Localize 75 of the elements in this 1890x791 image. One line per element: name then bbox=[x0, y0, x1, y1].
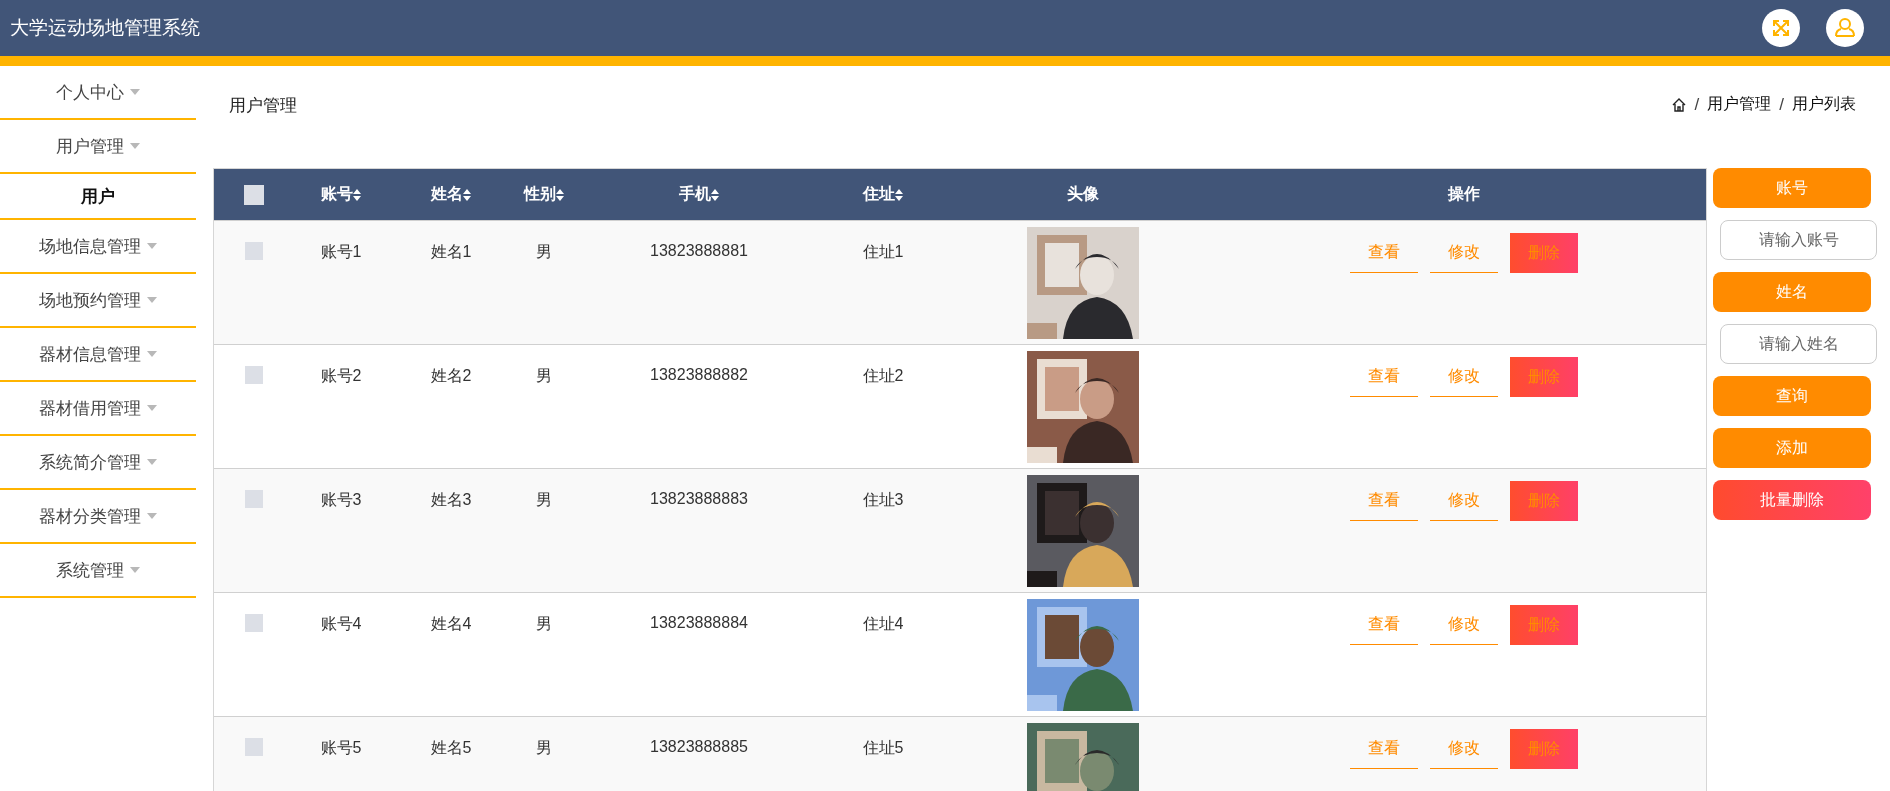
breadcrumb-item[interactable]: 用户管理 bbox=[1707, 94, 1772, 115]
fullscreen-icon[interactable] bbox=[1762, 9, 1800, 47]
sidebar-item[interactable]: 场地信息管理 bbox=[0, 220, 196, 274]
page-title: 用户管理 bbox=[228, 95, 297, 117]
caret-icon bbox=[147, 405, 157, 411]
sidebar-item[interactable]: 系统简介管理 bbox=[0, 436, 196, 490]
table-cell-text: 姓名4 bbox=[430, 614, 472, 634]
row-checkbox[interactable] bbox=[245, 738, 263, 756]
table-cell-text: 住址4 bbox=[862, 614, 904, 634]
column-header[interactable]: 操作 bbox=[1448, 184, 1480, 205]
caret-icon bbox=[147, 513, 157, 519]
table-cell-text: 账号2 bbox=[320, 366, 362, 386]
sort-icon[interactable] bbox=[711, 188, 719, 201]
column-header[interactable]: 姓名 bbox=[431, 184, 471, 205]
table-cell: 13823888883 bbox=[650, 490, 748, 508]
table-cell-text: 账号3 bbox=[320, 490, 362, 510]
sidebar-item[interactable]: 用户管理 bbox=[0, 120, 196, 174]
table-cell: 13823888885 bbox=[650, 738, 748, 756]
row-checkbox[interactable] bbox=[245, 242, 263, 260]
home-icon[interactable] bbox=[1670, 96, 1687, 113]
sidebar-item[interactable]: 器材信息管理 bbox=[0, 328, 196, 382]
sort-icon[interactable] bbox=[895, 188, 903, 201]
breadcrumb-separator: / bbox=[1693, 94, 1701, 115]
table-cell-text: 男 bbox=[536, 242, 552, 262]
breadcrumb-separator: / bbox=[1778, 94, 1785, 115]
table-cell-text: 姓名3 bbox=[430, 490, 472, 510]
user-icon[interactable] bbox=[1826, 9, 1864, 47]
table-cell-text: 住址1 bbox=[862, 242, 904, 262]
table-cell-text: 男 bbox=[536, 366, 552, 386]
caret-icon bbox=[130, 567, 140, 573]
table-cell-text: 账号4 bbox=[320, 614, 362, 634]
table-cell-text: 账号5 bbox=[320, 738, 362, 758]
table-cell: 13823888884 bbox=[650, 614, 748, 632]
table-cell-text: 住址2 bbox=[862, 366, 904, 386]
caret-icon bbox=[130, 143, 140, 149]
column-header[interactable]: 头像 bbox=[1067, 184, 1099, 205]
table-cell-text: 姓名2 bbox=[430, 366, 472, 386]
sidebar-subitem[interactable]: 用户 bbox=[0, 174, 196, 220]
sort-icon[interactable] bbox=[556, 188, 564, 201]
sort-icon[interactable] bbox=[463, 188, 471, 201]
caret-icon bbox=[147, 297, 157, 303]
table-cell: 13823888881 bbox=[650, 242, 748, 260]
table-cell: 13823888882 bbox=[650, 366, 748, 384]
caret-icon bbox=[130, 89, 140, 95]
sidebar-item[interactable]: 器材分类管理 bbox=[0, 490, 196, 544]
row-checkbox[interactable] bbox=[245, 614, 263, 632]
table-cell-text: 住址5 bbox=[862, 738, 904, 758]
input-field[interactable]: 请输入账号 bbox=[1720, 220, 1877, 260]
breadcrumb-item[interactable]: 用户列表 bbox=[1792, 94, 1856, 115]
column-header[interactable]: 账号 bbox=[321, 184, 361, 205]
table-cell-text: 账号1 bbox=[320, 242, 362, 262]
row-checkbox[interactable] bbox=[245, 366, 263, 384]
caret-icon bbox=[147, 351, 157, 357]
app-title: 大学运动场地管理系统 bbox=[10, 16, 200, 40]
sidebar-item[interactable]: 个人中心 bbox=[0, 66, 196, 120]
row-checkbox[interactable] bbox=[245, 490, 263, 508]
sidebar-item[interactable]: 系统管理 bbox=[0, 544, 196, 598]
input-field[interactable]: 请输入姓名 bbox=[1720, 324, 1877, 364]
field-label: 姓名 bbox=[1713, 272, 1871, 312]
table-cell-text: 男 bbox=[536, 614, 552, 634]
table-cell-text: 男 bbox=[536, 490, 552, 510]
table-cell-text: 住址3 bbox=[862, 490, 904, 510]
field-label: 账号 bbox=[1713, 168, 1871, 208]
column-header[interactable]: 性别 bbox=[524, 184, 564, 205]
column-header[interactable]: 手机 bbox=[679, 184, 719, 205]
table-cell-text: 姓名5 bbox=[430, 738, 472, 758]
table-cell-text: 姓名1 bbox=[430, 242, 472, 262]
sidebar-item[interactable]: 场地预约管理 bbox=[0, 274, 196, 328]
caret-icon bbox=[147, 459, 157, 465]
column-header[interactable]: 住址 bbox=[863, 184, 903, 205]
table-cell-text: 男 bbox=[536, 738, 552, 758]
sidebar-item[interactable]: 器材借用管理 bbox=[0, 382, 196, 436]
sort-icon[interactable] bbox=[353, 188, 361, 201]
select-all-checkbox[interactable] bbox=[244, 184, 264, 205]
caret-icon bbox=[147, 243, 157, 249]
